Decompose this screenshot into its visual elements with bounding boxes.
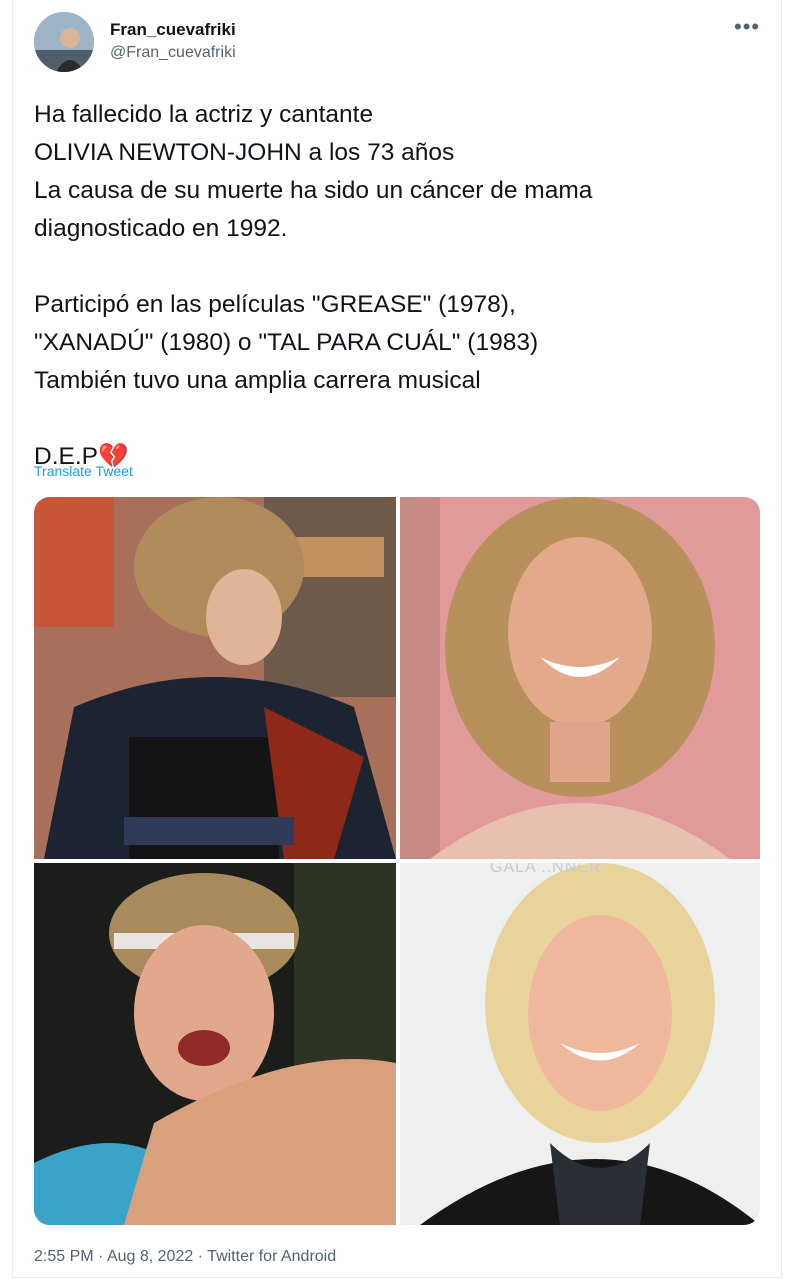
tweet-date[interactable]: Aug 8, 2022	[107, 1248, 193, 1265]
tweet-source[interactable]: Twitter for Android	[207, 1248, 336, 1265]
photo-4[interactable]: GALA ..NNER	[400, 863, 760, 1225]
more-options-icon[interactable]: •••	[734, 14, 760, 40]
user-handle[interactable]: @Fran_cuevafriki	[110, 44, 236, 62]
photo-3[interactable]	[34, 863, 396, 1225]
display-name[interactable]: Fran_cuevafriki	[110, 20, 236, 40]
tweet-time[interactable]: 2:55 PM	[34, 1248, 94, 1265]
tweet-metadata: 2:55 PM · Aug 8, 2022 · Twitter for Andr…	[34, 1248, 336, 1266]
separator: ·	[193, 1248, 208, 1265]
avatar[interactable]	[34, 12, 94, 72]
avatar-image	[34, 12, 94, 72]
photo-watermark: GALA ..NNER	[490, 863, 602, 876]
photo-headband-portrait-icon	[34, 863, 396, 1225]
translate-tweet-link[interactable]: Translate Tweet	[34, 463, 133, 479]
tweet-text: Ha fallecido la actriz y cantante OLIVIA…	[34, 101, 593, 470]
photo-grease-leather-jacket-icon	[34, 497, 396, 859]
photo-blonde-smiling-portrait-icon	[400, 863, 760, 1225]
photo-2[interactable]	[400, 497, 760, 859]
separator: ·	[93, 1248, 107, 1265]
photo-feathered-hair-portrait-icon	[400, 497, 760, 859]
media-grid[interactable]: GALA ..NNER	[34, 497, 760, 1225]
photo-1[interactable]	[34, 497, 396, 859]
